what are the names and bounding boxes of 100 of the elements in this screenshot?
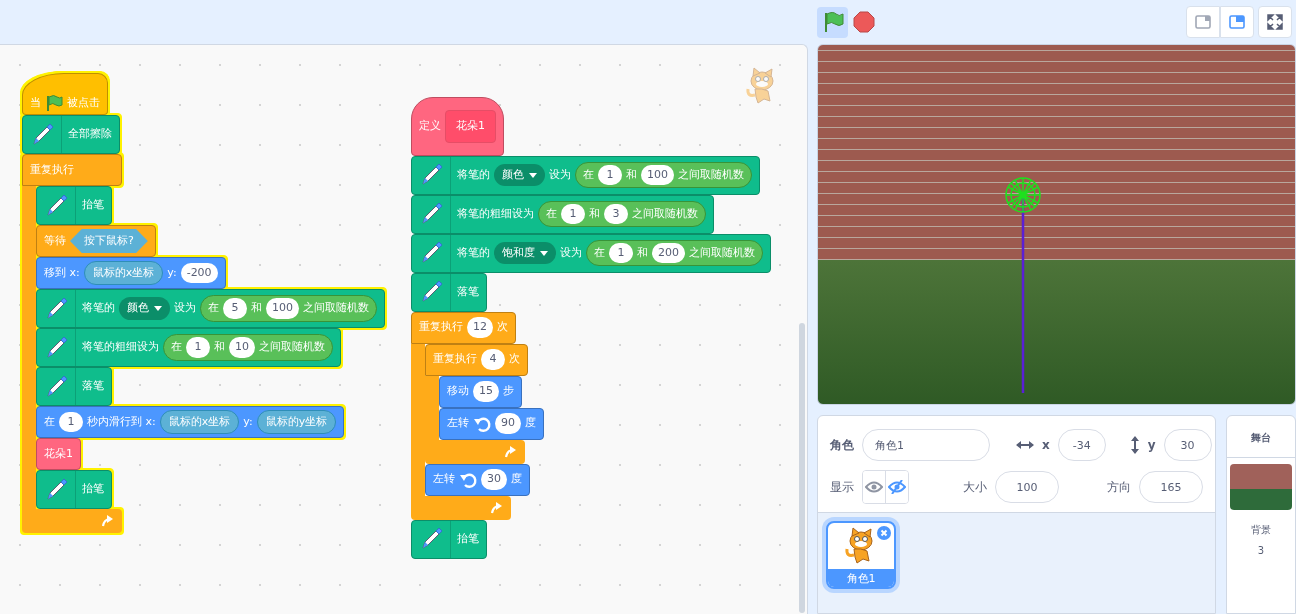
- backdrop-thumbnail[interactable]: [1230, 464, 1292, 510]
- small-stage-icon: [1195, 14, 1211, 30]
- field-label: 显示: [830, 479, 854, 496]
- pen-icon: [44, 477, 68, 502]
- dropdown-menu[interactable]: 颜色: [494, 163, 545, 187]
- field-label: 方向: [1107, 479, 1131, 496]
- block-label: 重复执行: [30, 161, 74, 178]
- loop-arrow-icon: [100, 514, 114, 528]
- operator-reporter[interactable]: 在 1 和 100 之间取随机数: [575, 161, 752, 189]
- block-label: y:: [243, 413, 253, 430]
- field-label: 角色: [830, 437, 854, 454]
- number-input[interactable]: 30: [481, 469, 507, 490]
- scrollbar[interactable]: [799, 323, 805, 613]
- direction-field[interactable]: 165: [1139, 471, 1203, 503]
- small-stage-button[interactable]: [1186, 6, 1220, 38]
- dropdown-menu[interactable]: 饱和度: [494, 241, 556, 265]
- sprite-name: 角色1: [828, 569, 894, 587]
- block-label: 抬笔: [457, 530, 479, 547]
- stack-block[interactable]: 左转 90 度: [439, 407, 544, 440]
- sprite-name-field[interactable]: 角色1: [862, 429, 990, 461]
- block-label: 花朵1: [44, 445, 73, 462]
- pen-icon: [419, 202, 443, 226]
- backdrop-count: 3: [1257, 544, 1265, 558]
- block-label: 秒内滑行到 x:: [87, 413, 156, 430]
- number-input[interactable]: 100: [266, 298, 299, 319]
- block-label: 和: [626, 166, 637, 183]
- block-label: 和: [589, 205, 600, 222]
- block-label: 重复执行: [433, 351, 477, 368]
- number-input[interactable]: 100: [641, 164, 674, 186]
- pen-block[interactable]: 将笔的 饱和度 设为 在 1 和 200 之间取随机数: [411, 233, 771, 273]
- horizontal-arrow-icon: [1016, 440, 1034, 450]
- number-input[interactable]: 200: [652, 242, 685, 264]
- number-input[interactable]: 1: [59, 411, 83, 433]
- field-label: 大小: [963, 479, 987, 496]
- hide-button[interactable]: [885, 471, 908, 503]
- close-icon[interactable]: [877, 526, 891, 540]
- caret-icon: [154, 306, 162, 311]
- stack-block[interactable]: 左转 30 度: [425, 463, 530, 496]
- stack-block[interactable]: 在 1 秒内滑行到 x: 鼠标的x坐标 y: 鼠标的y坐标: [36, 406, 345, 438]
- stack-block[interactable]: 移动 15 步: [439, 375, 522, 408]
- number-input[interactable]: 5: [223, 298, 247, 319]
- dropdown-menu[interactable]: 颜色: [119, 297, 170, 320]
- number-input[interactable]: 15: [473, 381, 499, 402]
- size-field[interactable]: 100: [995, 471, 1059, 503]
- start-button[interactable]: [817, 6, 848, 38]
- stage-title: 舞台: [1227, 416, 1295, 458]
- number-input[interactable]: 1: [561, 203, 585, 225]
- stop-icon: [852, 11, 875, 33]
- block-label: 将笔的: [457, 244, 490, 261]
- block-label: 将笔的粗细设为: [82, 339, 159, 356]
- field-label: y: [1147, 437, 1156, 454]
- operator-reporter[interactable]: 在 5 和 100 之间取随机数: [200, 295, 377, 322]
- pen-block[interactable]: 将笔的粗细设为 在 1 和 10 之间取随机数: [36, 328, 341, 367]
- eye-crossed-icon: [888, 480, 907, 494]
- normal-stage-button[interactable]: [1220, 6, 1254, 38]
- pen-block[interactable]: 将笔的 颜色 设为 在 5 和 100 之间取随机数: [36, 289, 385, 328]
- operator-reporter[interactable]: 在 1 和 200 之间取随机数: [586, 239, 763, 267]
- number-input[interactable]: 3: [604, 203, 628, 225]
- block-label: 移动: [447, 383, 469, 400]
- pen-block[interactable]: 将笔的 颜色 设为 在 1 和 100 之间取随机数: [411, 155, 760, 195]
- block-label: 落笔: [82, 378, 104, 395]
- block-label: 在: [171, 339, 182, 356]
- operator-reporter[interactable]: 在 1 和 3 之间取随机数: [538, 200, 706, 228]
- block-label: 落笔: [457, 283, 479, 300]
- show-button[interactable]: [863, 471, 886, 503]
- block-label: 全部擦除: [68, 126, 112, 143]
- number-input[interactable]: 12: [467, 317, 493, 338]
- number-input[interactable]: 1: [598, 164, 622, 186]
- number-input[interactable]: 1: [186, 337, 210, 358]
- loop-block[interactable]: 重复执行 12 次: [411, 311, 516, 344]
- pen-icon: [44, 374, 68, 399]
- pen-icon: [44, 296, 68, 321]
- normal-stage-icon: [1229, 14, 1245, 30]
- loop-arrow-icon: [503, 444, 517, 459]
- block-label: 之间取随机数: [678, 166, 744, 183]
- flag-icon: [45, 94, 63, 112]
- pen-icon: [44, 193, 68, 218]
- caret-icon: [540, 250, 548, 256]
- block-label: 之间取随机数: [689, 244, 755, 261]
- stack-block[interactable]: 移到 x: 鼠标的x坐标 y: -200: [36, 257, 226, 289]
- block-label: 在: [44, 413, 55, 430]
- number-input[interactable]: 1: [609, 242, 633, 264]
- block-label: 度: [511, 471, 522, 488]
- pen-block[interactable]: 将笔的粗细设为 在 1 和 3 之间取随机数: [411, 194, 714, 234]
- block-label: 将笔的: [457, 166, 490, 183]
- operator-reporter[interactable]: 在 1 和 10 之间取随机数: [163, 334, 333, 361]
- fullscreen-button[interactable]: [1258, 6, 1292, 38]
- number-input[interactable]: 10: [229, 337, 255, 358]
- number-input[interactable]: -200: [180, 262, 218, 284]
- block-label: 和: [637, 244, 648, 261]
- loop-block[interactable]: 重复执行 4 次: [425, 343, 528, 376]
- x-field[interactable]: -34: [1057, 429, 1106, 461]
- eye-icon: [865, 480, 884, 494]
- block-label: 左转: [433, 471, 455, 488]
- block-label: y:: [167, 264, 177, 281]
- block-label: 移到 x:: [44, 264, 80, 281]
- block-label: 在: [583, 166, 594, 183]
- y-field[interactable]: 30: [1163, 429, 1212, 461]
- number-input[interactable]: 4: [481, 349, 505, 370]
- number-input[interactable]: 90: [495, 413, 521, 434]
